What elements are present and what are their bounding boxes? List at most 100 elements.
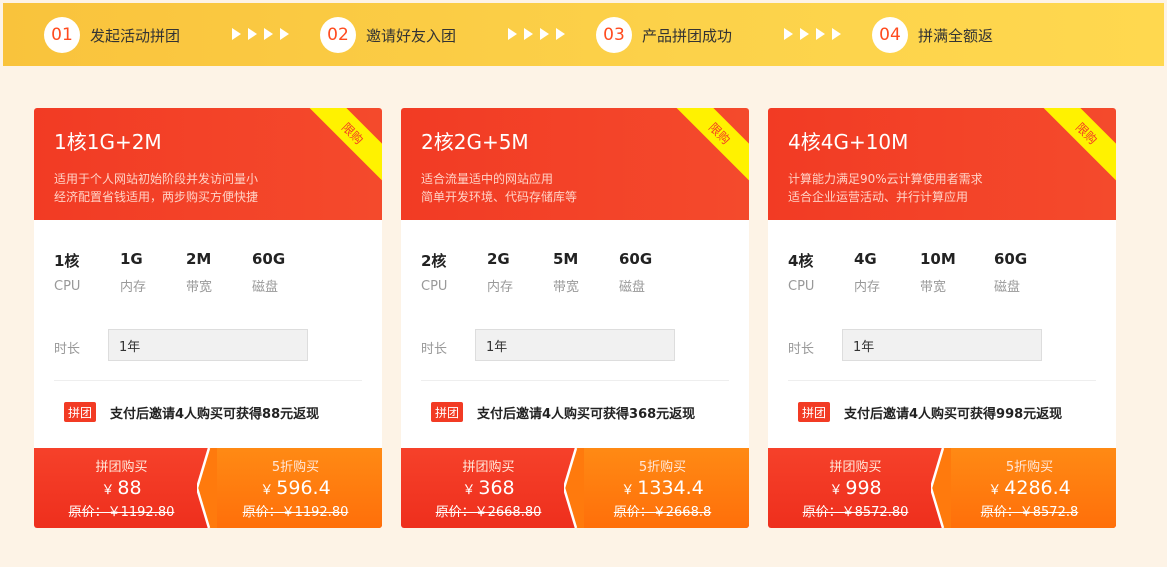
divider: [788, 380, 1096, 381]
limited-ribbon: 限购: [1038, 108, 1116, 182]
price-value: 1334.4: [637, 477, 704, 499]
spec-label: CPU: [788, 279, 815, 294]
group-buy-price: ￥ 368: [401, 477, 576, 499]
card-desc-line: 简单开发环境、代码存储库等: [421, 190, 578, 204]
group-badge: 拼团: [64, 402, 96, 422]
currency-symbol: ￥: [462, 483, 476, 498]
card-description: 计算能力满足90%云计算使用者需求 适合企业运营活动、并行计算应用: [788, 170, 983, 206]
duration-select[interactable]: 1年: [842, 329, 1042, 361]
group-buy-label: 拼团购买: [95, 460, 148, 475]
step-arrows: [232, 28, 289, 40]
step-2: 02 邀请好友入团: [320, 17, 456, 53]
spec-value: 4G: [854, 250, 877, 268]
spec-label: 内存: [854, 280, 881, 295]
spec-label: 带宽: [186, 280, 213, 295]
spec-value: 1核: [54, 252, 80, 270]
arrow-right-icon: [524, 28, 533, 40]
spec-bandwidth: 5M 带宽: [553, 250, 619, 295]
spec-bandwidth: 2M 带宽: [186, 250, 252, 295]
currency-symbol: ￥: [621, 483, 635, 498]
ribbon-label: 限购: [706, 119, 734, 147]
arrow-right-icon: [232, 28, 241, 40]
spec-cpu: 2核 CPU: [421, 250, 487, 295]
duration-select[interactable]: 1年: [475, 329, 675, 361]
half-buy-label: 5折购买: [1005, 460, 1054, 475]
product-card-1: 1核1G+2M 适用于个人网站初始阶段并发访问量小 经济配置省钱适用，两步购买方…: [34, 108, 382, 528]
group-buy-label: 拼团购买: [829, 460, 882, 475]
ribbon-label: 限购: [1073, 119, 1101, 147]
spec-label: 带宽: [920, 280, 947, 295]
step-1: 01 发起活动拼团: [44, 17, 180, 53]
group-buy-info: 拼团购买 ￥ 88 原价：￥1192.80: [34, 456, 209, 520]
spec-disk: 60G 磁盘: [252, 250, 318, 295]
original-price: 原价：￥2668.8: [613, 505, 712, 520]
price-value: 368: [478, 477, 515, 499]
card-header: 2核2G+5M 适合流量适中的网站应用 简单开发环境、代码存储库等 限购: [401, 108, 749, 220]
original-price: 原价：￥8572.8: [980, 505, 1079, 520]
half-buy-price: ￥ 596.4: [209, 477, 382, 499]
duration-label: 时长: [54, 342, 81, 357]
arrow-right-icon: [540, 28, 549, 40]
half-buy-price: ￥ 1334.4: [576, 477, 749, 499]
spec-value: 2M: [186, 250, 212, 268]
step-arrows: [784, 28, 841, 40]
spec-value: 2核: [421, 252, 447, 270]
spec-value: 2G: [487, 250, 510, 268]
half-buy-label: 5折购买: [638, 460, 687, 475]
step-label: 产品拼团成功: [642, 26, 733, 45]
limited-ribbon: 限购: [671, 108, 749, 182]
spec-value: 5M: [553, 250, 579, 268]
card-title: 4核4G+10M: [788, 130, 909, 154]
spec-list: 2核 CPU 2G 内存 5M 带宽 60G 磁盘: [421, 250, 685, 295]
step-label: 发起活动拼团: [90, 26, 181, 45]
card-title: 1核1G+2M: [54, 130, 162, 154]
arrow-right-icon: [784, 28, 793, 40]
arrow-right-icon: [800, 28, 809, 40]
arrow-right-icon: [248, 28, 257, 40]
card-title: 2核2G+5M: [421, 130, 529, 154]
duration-label: 时长: [421, 342, 448, 357]
original-price: 原价：￥1192.80: [242, 505, 349, 520]
limited-ribbon: 限购: [304, 108, 382, 182]
original-price: 原价：￥2668.80: [435, 505, 542, 520]
arrow-right-icon: [280, 28, 289, 40]
arrow-right-icon: [556, 28, 565, 40]
spec-label: CPU: [421, 279, 448, 294]
spec-bandwidth: 10M 带宽: [920, 250, 994, 295]
price-value: 596.4: [276, 477, 331, 499]
currency-symbol: ￥: [260, 483, 274, 498]
spec-label: 磁盘: [994, 280, 1021, 295]
spec-cpu: 4核 CPU: [788, 250, 854, 295]
group-buy-label: 拼团购买: [462, 460, 515, 475]
half-buy-info: 5折购买 ￥ 1334.4 原价：￥2668.8: [576, 456, 749, 520]
half-buy-info: 5折购买 ￥ 596.4 原价：￥1192.80: [209, 456, 382, 520]
card-description: 适合流量适中的网站应用 简单开发环境、代码存储库等: [421, 170, 577, 206]
spec-cpu: 1核 CPU: [54, 250, 120, 295]
group-buy-price: ￥ 998: [768, 477, 943, 499]
group-cashback-text: 支付后邀请4人购买可获得368元返现: [477, 407, 696, 422]
half-buy-info: 5折购买 ￥ 4286.4 原价：￥8572.8: [943, 456, 1116, 520]
spec-list: 1核 CPU 1G 内存 2M 带宽 60G 磁盘: [54, 250, 318, 295]
spec-label: 磁盘: [619, 280, 646, 295]
card-description: 适用于个人网站初始阶段并发访问量小 经济配置省钱适用，两步购买方便快捷: [54, 170, 258, 206]
spec-label: 带宽: [553, 280, 580, 295]
spec-value: 60G: [252, 250, 286, 268]
spec-value: 4核: [788, 252, 814, 270]
price-value: 88: [117, 477, 142, 499]
duration-select[interactable]: 1年: [108, 329, 308, 361]
step-number: 03: [596, 17, 632, 53]
product-card-3: 4核4G+10M 计算能力满足90%云计算使用者需求 适合企业运营活动、并行计算…: [768, 108, 1116, 528]
spec-label: 内存: [487, 280, 514, 295]
group-cashback-text: 支付后邀请4人购买可获得88元返现: [110, 407, 320, 422]
card-desc-line: 计算能力满足90%云计算使用者需求: [788, 172, 983, 186]
step-number: 02: [320, 17, 356, 53]
half-buy-label: 5折购买: [271, 460, 320, 475]
spec-value: 60G: [994, 250, 1028, 268]
group-buy-info: 拼团购买 ￥ 368 原价：￥2668.80: [401, 456, 576, 520]
spec-list: 4核 CPU 4G 内存 10M 带宽 60G 磁盘: [788, 250, 1060, 295]
spec-value: 60G: [619, 250, 653, 268]
spec-memory: 4G 内存: [854, 250, 920, 295]
arrow-right-icon: [832, 28, 841, 40]
original-price: 原价：￥8572.80: [802, 505, 909, 520]
spec-value: 1G: [120, 250, 143, 268]
